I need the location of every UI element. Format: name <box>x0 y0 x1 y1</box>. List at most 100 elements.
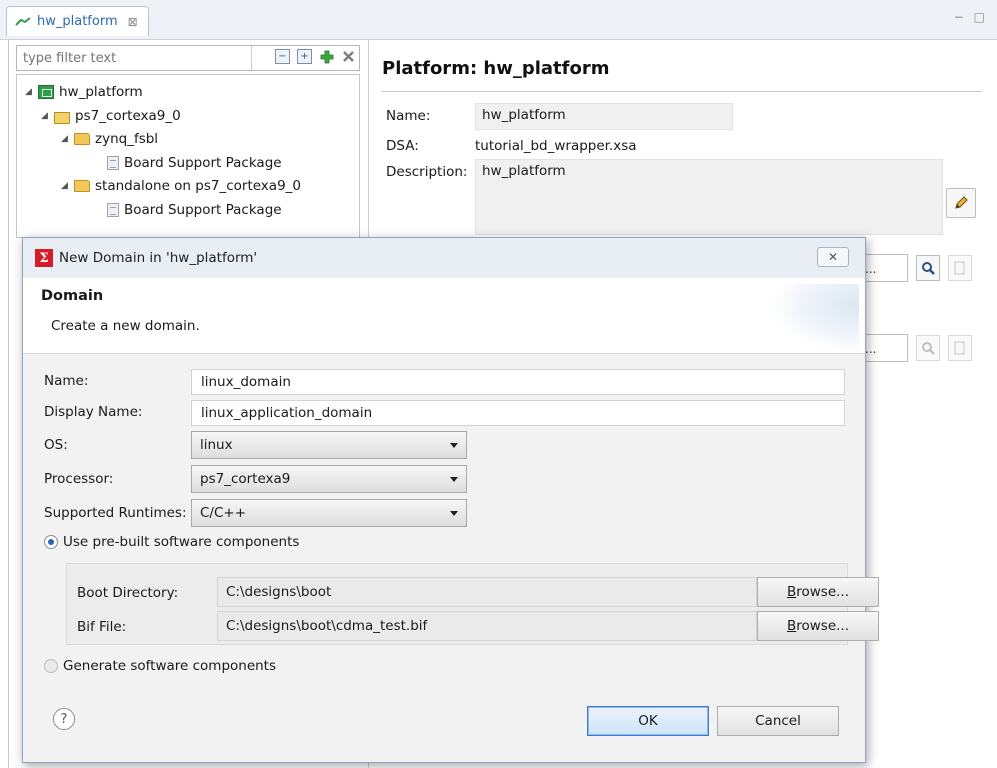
new-domain-dialog: Σ New Domain in 'hw_platform' ✕ Domain C… <box>22 237 879 763</box>
filter-divider <box>251 46 252 70</box>
expand-all-icon[interactable]: + <box>297 49 312 64</box>
boot-directory-label: Boot Directory: <box>77 585 179 601</box>
wizard-banner-graphic <box>769 284 859 353</box>
processor-label: Processor: <box>44 471 114 487</box>
boot-directory-field[interactable]: C:\designs\boot <box>217 577 757 607</box>
tree-item-bsp[interactable]: Board Support Package <box>107 152 282 174</box>
cancel-button[interactable]: Cancel <box>717 706 839 736</box>
editor-tab-bar: hw_platform ⊠ − □ <box>0 0 997 40</box>
processor-icon <box>54 110 70 124</box>
description-label: Description: <box>386 164 468 180</box>
prebuilt-radio[interactable] <box>44 535 58 549</box>
generate-radio[interactable] <box>44 659 58 673</box>
bsp-icon <box>107 203 119 217</box>
editor-tab-label: hw_platform <box>37 14 118 29</box>
bif-path-field[interactable]: ... <box>860 254 908 282</box>
dialog-title: New Domain in 'hw_platform' <box>59 250 258 266</box>
expanded-arrow-icon[interactable]: ◢ <box>61 134 69 144</box>
help-button[interactable]: ? <box>53 708 75 730</box>
domain-name-input[interactable]: linux_domain <box>191 369 845 395</box>
window-controls: − □ <box>954 10 985 24</box>
platform-tab-icon <box>15 16 31 26</box>
runtimes-label: Supported Runtimes: <box>44 505 187 521</box>
tree-item-hw-platform[interactable]: ◢ hw_platform <box>25 81 143 103</box>
ok-button[interactable]: OK <box>587 706 709 736</box>
os-select-value: linux <box>200 437 233 453</box>
tree-item-label: hw_platform <box>59 84 143 100</box>
filter-input[interactable] <box>17 46 249 70</box>
clear-bif-button[interactable] <box>948 255 972 281</box>
title-divider <box>382 91 982 92</box>
dsa-label: DSA: <box>386 138 419 154</box>
tree-item-processor[interactable]: ◢ ps7_cortexa9_0 <box>41 105 181 127</box>
expanded-arrow-icon[interactable]: ◢ <box>25 87 33 97</box>
description-field[interactable]: hw_platform <box>475 159 943 235</box>
document-icon <box>954 341 965 355</box>
search-icon <box>922 262 935 275</box>
expanded-arrow-icon[interactable]: ◢ <box>61 181 69 191</box>
close-tab-icon[interactable]: ⊠ <box>128 15 138 29</box>
tree-item-bsp[interactable]: Board Support Package <box>107 199 282 221</box>
display-name-input[interactable]: linux_application_domain <box>191 400 845 426</box>
dropdown-arrow-icon <box>450 443 458 448</box>
bif-file-field[interactable]: C:\designs\boot\cdma_test.bif <box>217 611 757 641</box>
tree-item-label: zynq_fsbl <box>95 131 159 147</box>
left-panel-border <box>8 40 9 768</box>
editor-tab-hw-platform[interactable]: hw_platform ⊠ <box>6 6 149 36</box>
bsp-icon <box>107 156 119 170</box>
search-bif-button[interactable] <box>916 255 940 281</box>
document-icon <box>954 261 965 275</box>
platform-tree: ◢ hw_platform ◢ ps7_cortexa9_0 ◢ zynq_fs… <box>16 74 360 238</box>
dialog-header-title: Domain <box>41 288 104 304</box>
filter-bar: − + <box>16 45 360 71</box>
processor-select-value: ps7_cortexa9 <box>200 471 291 487</box>
search-boot-button[interactable] <box>916 335 940 361</box>
browse-boot-button[interactable]: Browse... <box>757 577 879 607</box>
tree-item-standalone[interactable]: ◢ standalone on ps7_cortexa9_0 <box>61 175 301 197</box>
dialog-close-button[interactable]: ✕ <box>817 247 849 267</box>
tree-item-label: Board Support Package <box>124 155 282 171</box>
prebuilt-radio-label: Use pre-built software components <box>63 534 300 550</box>
os-label: OS: <box>44 437 68 453</box>
tree-item-label: ps7_cortexa9_0 <box>75 108 181 124</box>
platform-icon <box>38 85 54 99</box>
collapse-all-icon[interactable]: − <box>275 49 290 64</box>
tree-item-label: standalone on ps7_cortexa9_0 <box>95 178 301 194</box>
tree-item-zynq-fsbl[interactable]: ◢ zynq_fsbl <box>61 128 158 150</box>
runtimes-select[interactable]: C/C++ <box>191 499 467 527</box>
display-name-label: Display Name: <box>44 404 143 420</box>
runtimes-select-value: C/C++ <box>200 505 247 521</box>
dialog-header-description: Create a new domain. <box>51 318 200 334</box>
clear-boot-button[interactable] <box>948 335 972 361</box>
edit-description-button[interactable] <box>946 188 976 218</box>
browse-bif-button[interactable]: Browse... <box>757 611 879 641</box>
browse-mnemonic: B <box>786 584 797 600</box>
processor-select[interactable]: ps7_cortexa9 <box>191 465 467 493</box>
dropdown-arrow-icon <box>450 477 458 482</box>
remove-icon[interactable] <box>341 49 356 64</box>
os-select[interactable]: linux <box>191 431 467 459</box>
browse-label: rowse... <box>796 618 850 634</box>
expanded-arrow-icon[interactable]: ◢ <box>41 111 49 121</box>
tree-item-label: Board Support Package <box>124 202 282 218</box>
browse-mnemonic: B <box>786 618 797 634</box>
dsa-value: tutorial_bd_wrapper.xsa <box>475 138 637 154</box>
bif-file-label: Bif File: <box>77 619 127 635</box>
platform-title: Platform: hw_platform <box>382 58 610 79</box>
prebuilt-components-group: Boot Directory: C:\designs\boot Browse..… <box>66 563 879 645</box>
folder-icon <box>74 133 90 145</box>
add-icon[interactable] <box>319 49 334 64</box>
dropdown-arrow-icon <box>450 511 458 516</box>
pencil-icon <box>955 196 968 209</box>
filter-toolbar: − + <box>275 49 356 64</box>
generate-radio-label: Generate software components <box>63 658 277 674</box>
dialog-titlebar[interactable]: Σ New Domain in 'hw_platform' ✕ <box>23 238 865 278</box>
browse-label: rowse... <box>796 584 850 600</box>
name-label: Name: <box>386 108 431 124</box>
boot-path-field[interactable]: ... <box>860 334 908 362</box>
prebuilt-radio-option[interactable]: Use pre-built software components <box>44 534 299 550</box>
xilinx-logo-icon: Σ <box>35 249 53 267</box>
minimize-icon[interactable]: − <box>954 10 964 24</box>
generate-radio-option[interactable]: Generate software components <box>44 658 276 674</box>
maximize-icon[interactable]: □ <box>974 10 985 24</box>
